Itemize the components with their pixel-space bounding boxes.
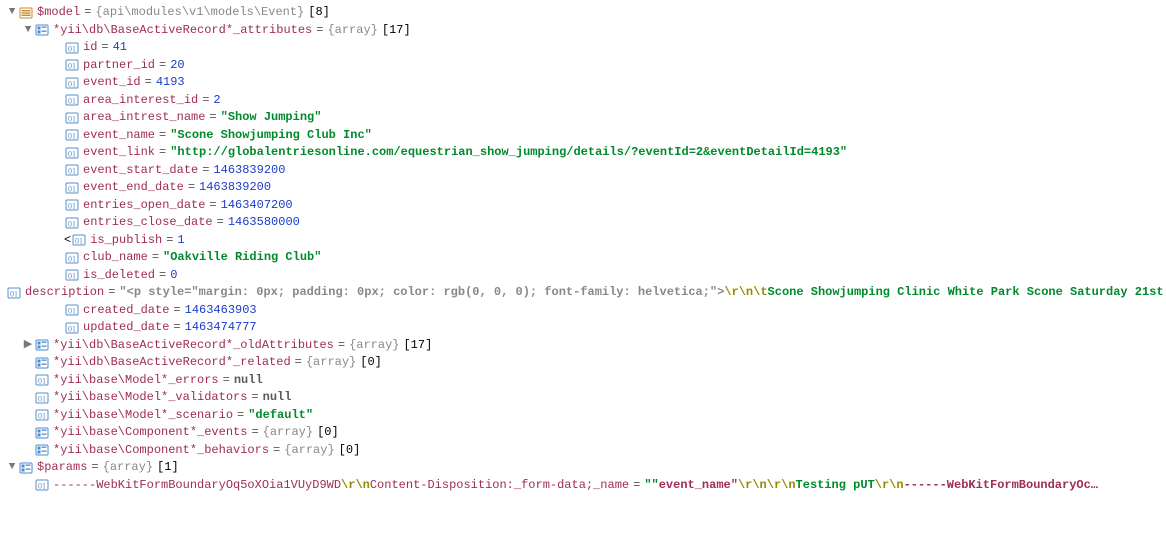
svg-text:01: 01	[38, 482, 46, 491]
count-label: [17]	[378, 22, 411, 40]
object-icon	[18, 6, 34, 20]
tree-row-params[interactable]: ▼ $params={array}[1]	[6, 459, 1166, 477]
scalar-icon: 01	[64, 41, 80, 55]
tree-row-leaf[interactable]: 01created_date=1463463903	[6, 302, 1166, 320]
tree-row-leaf[interactable]: 01event_end_date=1463839200	[6, 179, 1166, 197]
tree-row-validators[interactable]: 01 *yii\base\Model*_validators=null	[6, 389, 1166, 407]
tree-row-attributes[interactable]: ▼ *yii\db\BaseActiveRecord*_attributes =…	[6, 22, 1166, 40]
array-icon	[34, 356, 50, 370]
equals: =	[80, 4, 95, 22]
disclosure-triangle-down-icon[interactable]: ▼	[6, 4, 18, 22]
count-label: [8]	[304, 4, 330, 22]
tree-row-scenario[interactable]: 01 *yii\base\Model*_scenario="default"	[6, 407, 1166, 425]
svg-text:01: 01	[68, 44, 76, 53]
tree-row-events[interactable]: *yii\base\Component*_events={array}[0]	[6, 424, 1166, 442]
key: id	[83, 39, 97, 57]
tree-row-leaf[interactable]: 01event_start_date=1463839200	[6, 162, 1166, 180]
tree-row-behaviors[interactable]: *yii\base\Component*_behaviors={array}[0…	[6, 442, 1166, 460]
tree-row-leaf[interactable]: 01id=41	[6, 39, 1166, 57]
scalar-icon: 01	[64, 251, 80, 265]
tree-row-leaf[interactable]: 01club_name="Oakville Riding Club"	[6, 249, 1166, 267]
disclosure-triangle-down-icon[interactable]: ▼	[22, 22, 34, 40]
array-icon	[34, 23, 50, 37]
array-icon	[34, 443, 50, 457]
scalar-icon: 01	[64, 198, 80, 212]
tree-row-leaf[interactable]: 01event_id=4193	[6, 74, 1166, 92]
svg-text:01: 01	[68, 324, 76, 333]
tree-row-leaf[interactable]: 01entries_close_date=1463580000	[6, 214, 1166, 232]
tree-row-leaf[interactable]: 01partner_id=20	[6, 57, 1166, 75]
svg-text:01: 01	[68, 202, 76, 211]
tree-row-leaf[interactable]: < 01is_publish=1	[6, 232, 1166, 250]
type-label: {array}	[327, 22, 377, 40]
svg-text:01: 01	[38, 394, 46, 403]
svg-text:01: 01	[38, 412, 46, 421]
svg-text:01: 01	[75, 237, 83, 246]
tree-row-leaf[interactable]: 01event_link="http://globalentriesonline…	[6, 144, 1166, 162]
scalar-icon: 01	[71, 233, 87, 247]
scalar-icon: 01	[64, 321, 80, 335]
svg-text:01: 01	[68, 167, 76, 176]
svg-text:01: 01	[68, 97, 76, 106]
scalar-icon: 01	[64, 268, 80, 282]
svg-text:01: 01	[10, 289, 18, 298]
array-icon	[34, 426, 50, 440]
scalar-icon: 01	[64, 128, 80, 142]
scalar-icon: 01	[64, 76, 80, 90]
svg-text:01: 01	[68, 114, 76, 123]
scalar-icon: 01	[64, 163, 80, 177]
array-icon	[18, 461, 34, 475]
scalar-icon: 01	[6, 286, 22, 300]
disclosure-triangle-right-icon[interactable]: ▶	[22, 337, 34, 355]
scalar-icon: 01	[34, 391, 50, 405]
scalar-icon: 01	[34, 373, 50, 387]
scalar-icon: 01	[34, 408, 50, 422]
svg-text:01: 01	[68, 62, 76, 71]
var-name: $model	[37, 4, 80, 22]
svg-text:01: 01	[68, 184, 76, 193]
scalar-icon: 01	[64, 58, 80, 72]
value: 41	[113, 39, 127, 57]
tree-row-params-entry[interactable]: 01 ------WebKitFormBoundaryOq5oXOia1VUyD…	[6, 477, 1166, 495]
var-name: *yii\db\BaseActiveRecord*_attributes	[53, 22, 312, 40]
scalar-icon: 01	[34, 478, 50, 492]
svg-text:01: 01	[68, 149, 76, 158]
svg-text:01: 01	[68, 132, 76, 141]
scalar-icon: 01	[64, 216, 80, 230]
tree-row-related[interactable]: *yii\db\BaseActiveRecord*_related={array…	[6, 354, 1166, 372]
tree-row-leaf[interactable]: 01area_intrest_name="Show Jumping"	[6, 109, 1166, 127]
tree-row-leaf[interactable]: 01updated_date=1463474777	[6, 319, 1166, 337]
tree-row-errors[interactable]: 01 *yii\base\Model*_errors=null	[6, 372, 1166, 390]
svg-text:01: 01	[68, 307, 76, 316]
scalar-icon: 01	[64, 146, 80, 160]
svg-text:01: 01	[38, 377, 46, 386]
tree-row-leaf[interactable]: 01is_deleted=0	[6, 267, 1166, 285]
null-value: null	[234, 372, 263, 390]
tree-row-oldattributes[interactable]: ▶ *yii\db\BaseActiveRecord*_oldAttribute…	[6, 337, 1166, 355]
tree-row-leaf[interactable]: 01area_interest_id=2	[6, 92, 1166, 110]
tree-row-leaf[interactable]: 01entries_open_date=1463407200	[6, 197, 1166, 215]
tree-row-leaf[interactable]: 01event_name="Scone Showjumping Club Inc…	[6, 127, 1166, 145]
svg-text:01: 01	[68, 219, 76, 228]
scalar-icon: 01	[64, 93, 80, 107]
svg-text:01: 01	[68, 254, 76, 263]
scalar-icon: 01	[64, 303, 80, 317]
equals: =	[312, 22, 327, 40]
null-value: null	[263, 389, 292, 407]
disclosure-triangle-down-icon[interactable]: ▼	[6, 459, 18, 477]
scalar-icon: 01	[64, 181, 80, 195]
svg-text:01: 01	[68, 79, 76, 88]
tree-row-model[interactable]: ▼ $model = {api\modules\v1\models\Event}…	[6, 4, 1166, 22]
array-icon	[34, 338, 50, 352]
scalar-icon: 01	[64, 111, 80, 125]
type-label: {api\modules\v1\models\Event}	[95, 4, 304, 22]
svg-text:01: 01	[68, 272, 76, 281]
tree-row-leaf[interactable]: 01description="<p style="margin: 0px; pa…	[6, 284, 1166, 302]
